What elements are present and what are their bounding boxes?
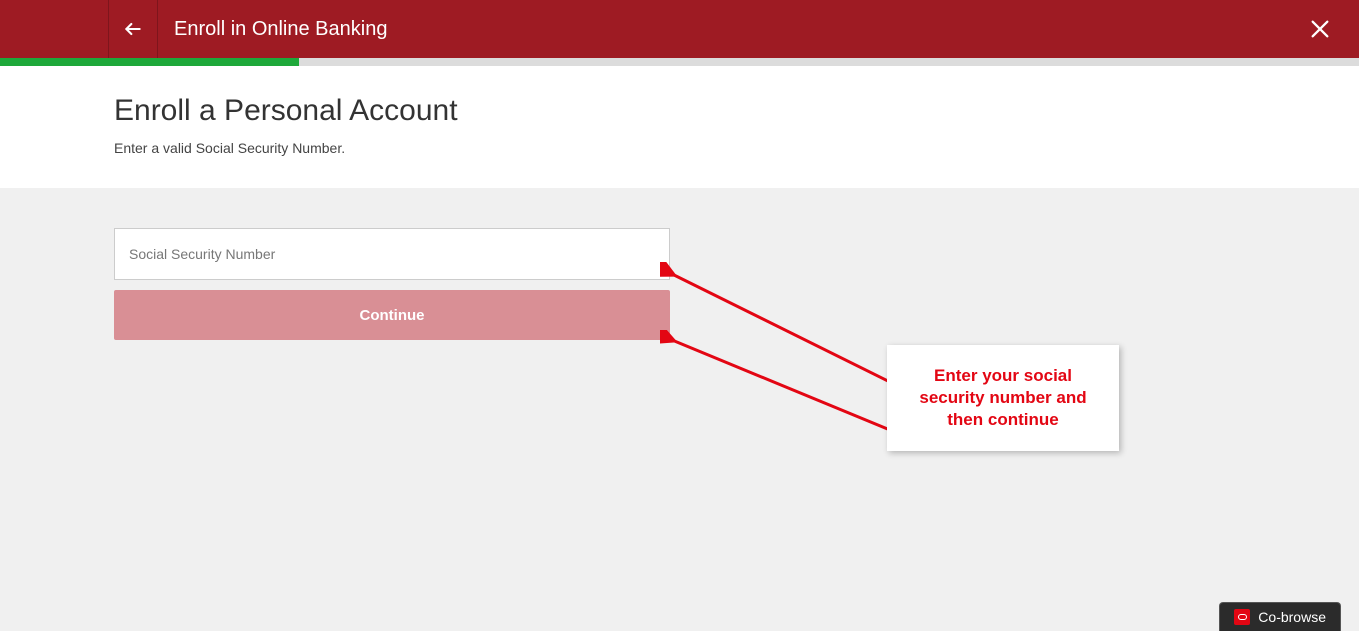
close-button[interactable] xyxy=(1309,18,1331,40)
progress-fill xyxy=(0,58,299,66)
annotation-callout: Enter your social security number and th… xyxy=(887,345,1119,451)
header-title: Enroll in Online Banking xyxy=(174,18,387,41)
instruction-text: Enter a valid Social Security Number. xyxy=(114,140,1359,156)
cobrowse-label: Co-browse xyxy=(1258,609,1326,625)
close-icon xyxy=(1309,18,1331,40)
annotation-text: Enter your social security number and th… xyxy=(901,365,1105,431)
oracle-icon xyxy=(1234,609,1250,625)
header-bar: Enroll in Online Banking xyxy=(0,0,1359,58)
page-heading: Enroll a Personal Account xyxy=(114,94,1359,128)
annotation-arrow-2 xyxy=(660,330,900,440)
progress-bar xyxy=(0,58,1359,66)
ssn-input[interactable] xyxy=(114,228,670,280)
cobrowse-button[interactable]: Co-browse xyxy=(1219,602,1341,631)
back-arrow-icon xyxy=(123,19,143,39)
continue-button[interactable]: Continue xyxy=(114,290,670,340)
form-section: Continue xyxy=(0,188,1359,340)
intro-section: Enroll a Personal Account Enter a valid … xyxy=(0,66,1359,188)
back-button[interactable] xyxy=(108,0,158,58)
